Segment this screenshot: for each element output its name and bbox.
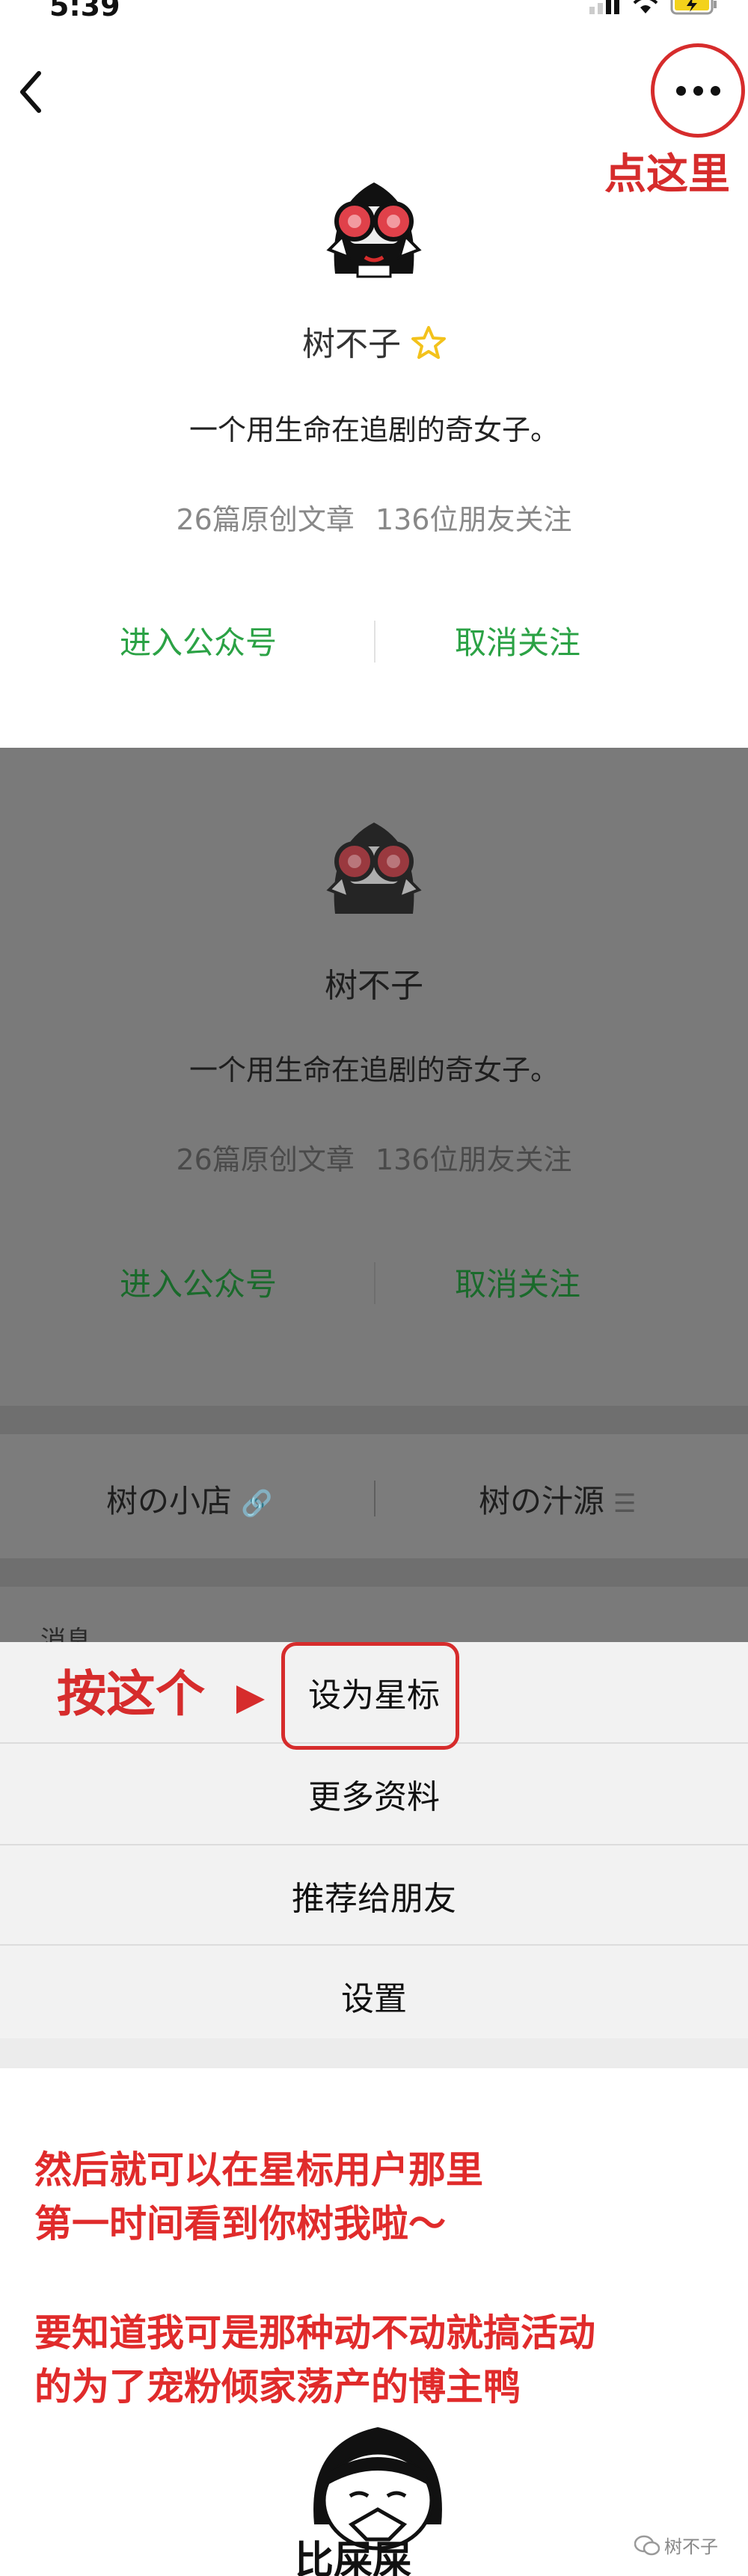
battery-icon [670, 0, 717, 15]
link-icon: 🔗 [241, 1489, 273, 1519]
more-button[interactable] [651, 43, 745, 138]
wifi-icon [633, 0, 658, 13]
enter-account-button[interactable]: 进入公众号 [120, 1259, 277, 1305]
star-icon [411, 326, 446, 359]
profile-stats: 26篇原创文章 136位朋友关注 [0, 497, 748, 538]
annotation-press-this: 按这个 [57, 1664, 205, 1723]
profile-actions: 进入公众号 取消关注 [0, 618, 748, 677]
message-line-1: 然后就可以在星标用户那里 [34, 2148, 483, 2192]
dimmed-screen: 树不子 一个用生命在追剧的奇女子。 26篇原创文章 136位朋友关注 进入公众号… [0, 748, 748, 1645]
wechat-icon [634, 2535, 660, 2555]
profile-name: 树不子 [325, 967, 423, 1005]
profile-actions: 进入公众号 取消关注 [0, 1259, 748, 1319]
follower-count: 136位朋友关注 [375, 503, 572, 536]
profile-name: 树不子 [302, 325, 401, 363]
separator-band [0, 1558, 748, 1587]
back-button[interactable] [16, 66, 46, 118]
highlight-box [281, 1642, 459, 1750]
profile-name-row: 树不子 [0, 317, 748, 365]
menu-source-label: 树の汁源 [479, 1483, 605, 1519]
divider [374, 1262, 375, 1304]
more-info-item[interactable]: 更多资料 [0, 1744, 748, 1844]
settings-item[interactable]: 设置 [0, 1946, 748, 2046]
enter-account-button[interactable]: 进入公众号 [120, 618, 277, 663]
profile-description: 一个用生命在追剧的奇女子。 [188, 1054, 559, 1086]
menu-shop-label: 树の小店 [106, 1483, 233, 1519]
profile-description: 一个用生命在追剧的奇女子。 [188, 414, 559, 446]
status-icons [589, 0, 718, 15]
divider [374, 621, 375, 663]
divider [374, 1481, 375, 1516]
menu-bar: 树の小店 🔗 树の汁源 ☰ [0, 1434, 748, 1558]
sheet-bottom-band [0, 2038, 748, 2068]
message-line-3: 要知道我可是那种动不动就搞活动 [34, 2311, 595, 2355]
messages-label: 消息 [40, 1626, 91, 1645]
message-line-4: 的为了宠粉倾家荡产的博主鸭 [34, 2365, 521, 2409]
mascot-label: 比屎屎 [295, 2539, 412, 2576]
avatar [326, 823, 422, 914]
annotation-tap-here: 点这里 [604, 150, 730, 199]
unfollow-button[interactable]: 取消关注 [455, 618, 580, 663]
separator-band [0, 1406, 748, 1434]
recommend-item[interactable]: 推荐给朋友 [0, 1845, 748, 1946]
profile-stats: 26篇原创文章 136位朋友关注 [0, 1137, 748, 1178]
more-icon [675, 85, 720, 96]
arrow-right-icon [236, 1685, 265, 1714]
watermark-text: 树不子 [664, 2536, 718, 2557]
signal-icon [589, 0, 619, 14]
menu-shop[interactable]: 树の小店 🔗 [106, 1476, 272, 1522]
watermark: 树不子 [634, 2532, 718, 2558]
menu-source[interactable]: 树の汁源 ☰ [479, 1476, 637, 1522]
follower-count: 136位朋友关注 [375, 1143, 572, 1176]
avatar [326, 182, 422, 278]
status-bar: 5:39 [0, 0, 748, 30]
menu-lines-icon: ☰ [613, 1489, 637, 1519]
unfollow-button[interactable]: 取消关注 [455, 1259, 580, 1305]
status-time: 5:39 [49, 0, 120, 22]
article-count: 26篇原创文章 [176, 1143, 355, 1176]
article-count: 26篇原创文章 [176, 503, 355, 536]
message-line-2: 第一时间看到你树我啦～ [34, 2202, 446, 2245]
